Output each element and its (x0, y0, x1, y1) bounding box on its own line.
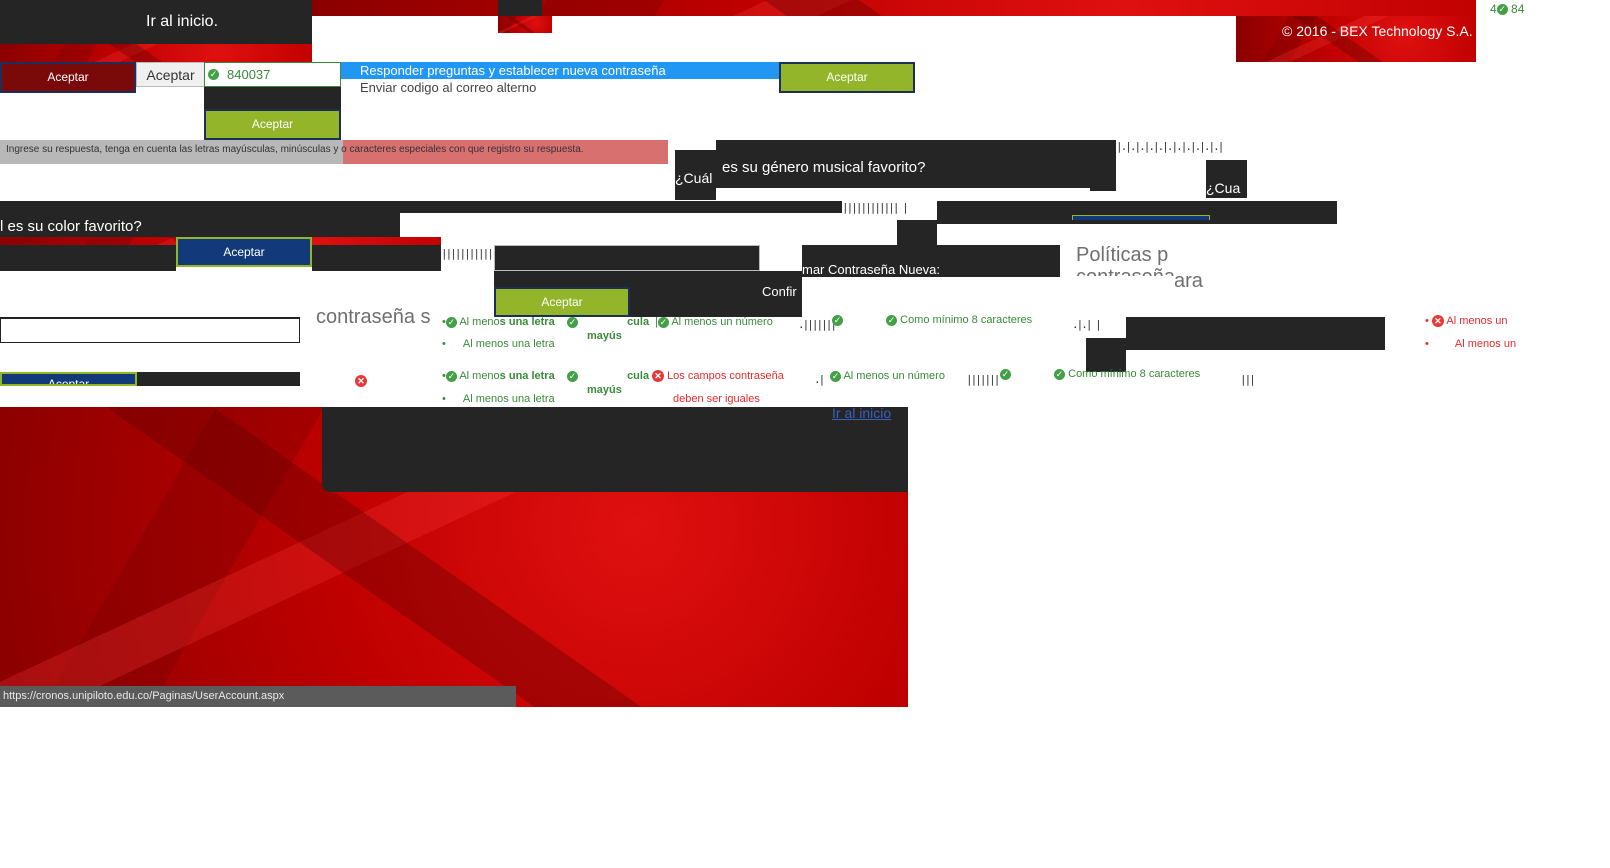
rule-letter-4: • Al menos una letra (442, 393, 555, 405)
question-prefix-block: ¿Cuál (675, 150, 716, 200)
right-dark-strip (1126, 317, 1385, 350)
question-strip-right (937, 201, 1337, 224)
aceptar-button-6[interactable]: Aceptar (0, 372, 137, 386)
rule-mayus: ✓ cula (567, 316, 650, 328)
policies-fragment-2: contraseña s (316, 306, 431, 326)
ruler-fragment-6: .| (814, 373, 825, 386)
confirm-password-label: mar Contraseña Nueva: (802, 262, 941, 277)
rule-mayus-word-2: mayús (587, 384, 622, 396)
ruler-fragment-8: ||| (1240, 373, 1256, 386)
confirm-label-block: mar Contraseña Nueva: (802, 245, 1060, 277)
policies-subtitle: contraseña (1076, 266, 1175, 276)
ruler-fragment-2: |||||||||||| | (842, 201, 909, 214)
aceptar-button-plain[interactable]: Aceptar (136, 62, 205, 87)
ruler-fragment-3: ||||||||||| (441, 247, 494, 260)
header-dark-chip (498, 0, 542, 16)
hint-banner: Ingrese su respuesta, tenga en cuenta la… (0, 140, 668, 164)
option-enviar[interactable]: Enviar codigo al correo alterno (360, 80, 536, 95)
red-band-left (0, 44, 312, 62)
error-icon: ✕ (355, 374, 367, 387)
ruler-fragment-1: |.|.|.|.|.|.|.|.|.|.|.| (1116, 140, 1224, 153)
header-red-tab (498, 16, 552, 33)
check-icon: ✓ (1000, 368, 1011, 380)
aceptar-button-4[interactable]: Aceptar (176, 237, 312, 267)
copyright-panel: © 2016 - BEX Technology S.A. (1236, 16, 1476, 62)
question-strip-color (0, 201, 842, 213)
rule-al-menos-error-2: • Al menos un (1425, 338, 1517, 350)
aceptar-button-1[interactable]: Aceptar (0, 62, 136, 93)
rule-letter-3: • ✓ Al menos una letra (442, 370, 555, 382)
rule-number-2: ✓ Al menos un número (830, 370, 945, 382)
policies-title: Políticas p (1076, 244, 1169, 266)
question-strip-genre: es su género musical favorito? (716, 140, 1090, 188)
ruler-fragment-7: ||||||| (966, 373, 1000, 386)
question-dark-block-3 (897, 220, 937, 248)
question-prefix-block-2: ¿Cua (1206, 160, 1247, 198)
check-icon: ✓ (1054, 368, 1066, 380)
rule-number: | ✓ Al menos un número (655, 316, 773, 328)
ruler-fragment-4: .||||||| (798, 318, 837, 331)
confirm-password-label-2: Confir (762, 284, 797, 299)
question-dark-chip (1090, 140, 1116, 191)
home-link-top[interactable]: Ir al inicio. (146, 13, 218, 31)
rule-letter-1: • ✓ Al menos una letra (442, 316, 555, 328)
option-responder[interactable]: Responder preguntas y establecer nueva c… (341, 62, 780, 79)
check-icon: ✓ (208, 69, 219, 80)
question-color: l es su color favorito? (0, 218, 142, 235)
check-icon: ✓ (886, 314, 898, 326)
check-icon: ✓ (445, 316, 457, 328)
aceptar-button-5[interactable]: Aceptar (494, 287, 630, 317)
aceptar-button-3[interactable]: Aceptar (779, 62, 915, 93)
check-icon: ✓ (1496, 4, 1508, 16)
check-icon: ✓ (830, 370, 841, 382)
rule-mismatch-2: deben ser iguales (673, 393, 760, 405)
error-icon: ✕ (1431, 315, 1444, 328)
status-url: https://cronos.unipiloto.edu.co/Paginas/… (3, 690, 285, 702)
hint-text: Ingrese su respuesta, tenga en cuenta la… (6, 144, 584, 155)
password-input-dark[interactable] (494, 245, 760, 271)
question-prefix-2: ¿Cua (1206, 180, 1241, 196)
check-icon: ✓ (832, 314, 843, 326)
question-genre: es su género musical favorito? (722, 159, 926, 176)
header-dark-panel: Ir al inicio. (0, 0, 312, 44)
error-icon: ✕ (652, 370, 664, 383)
rule-mayus-word: mayús (587, 330, 622, 342)
navy-edge (1072, 215, 1210, 220)
right-dark-chip (1086, 338, 1126, 372)
corner-code-fragment: 4 ✓ 84 (1490, 2, 1525, 16)
aceptar-button-2[interactable]: Aceptar (204, 109, 341, 140)
dark-strip-4 (0, 245, 176, 271)
rule-al-menos-error: • ✕ Al menos un (1425, 315, 1508, 328)
check-icon: ✓ (657, 316, 669, 328)
home-link-bottom[interactable]: Ir al inicio (832, 405, 891, 421)
new-password-input[interactable] (0, 317, 300, 343)
code-input-dark-block (204, 87, 341, 109)
policies-fragment: ara (1174, 270, 1203, 292)
code-input[interactable]: ✓ 840037 (204, 62, 341, 87)
check-icon: ✓ (445, 370, 457, 382)
ruler-fragment-5: .|.| | (1072, 318, 1102, 331)
dark-strip-5 (312, 245, 441, 271)
error-icon-left: ✕ (355, 372, 367, 390)
copyright-text: © 2016 - BEX Technology S.A. (1282, 23, 1473, 39)
rule-min8: ✓ ✓ Como mínimo 8 caracteres (832, 314, 1033, 326)
rule-min8-2: ✓ ✓ Como mínimo 8 caracteres (1000, 368, 1201, 380)
rule-letter-2: • Al menos una letra (442, 338, 555, 350)
question-color-block: l es su color favorito? (0, 213, 400, 237)
question-prefix: ¿Cuál (675, 170, 713, 186)
content-panel-bottom (322, 407, 908, 492)
check-icon: ✓ (567, 316, 578, 328)
code-input-value: 840037 (227, 67, 271, 82)
header-red-strip (312, 0, 1476, 16)
rule-mismatch: ✕ Los campos contraseña (652, 370, 784, 383)
check-icon: ✓ (567, 370, 578, 382)
status-bar: https://cronos.unipiloto.edu.co/Paginas/… (0, 686, 516, 707)
rule-mayus-2: ✓ cula (567, 370, 650, 382)
